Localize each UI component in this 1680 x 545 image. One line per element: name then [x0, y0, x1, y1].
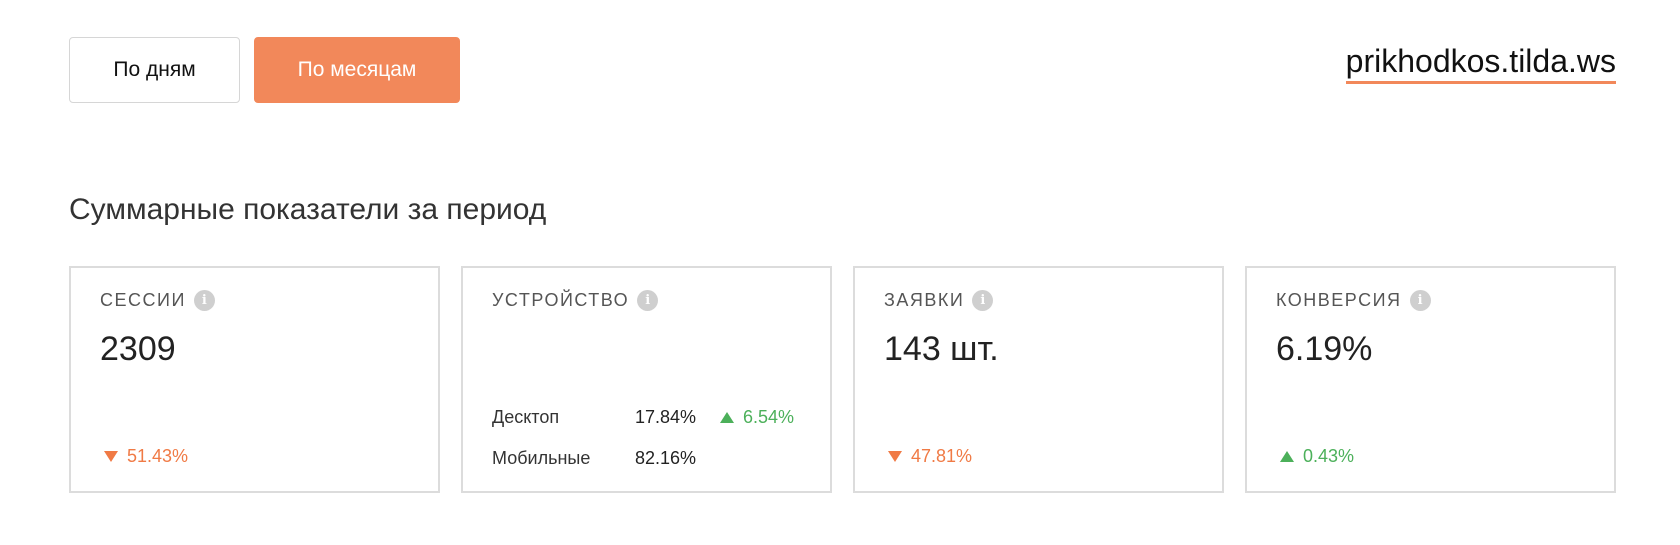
sessions-card: СЕССИИ i 2309 51.43% [69, 266, 440, 493]
section-title: Суммарные показатели за период [69, 193, 547, 226]
info-icon[interactable]: i [193, 290, 215, 311]
leads-card: ЗАЯВКИ i 143 шт. 47.81% [853, 266, 1224, 493]
triangle-up-icon [1280, 451, 1294, 462]
device-card-header: УСТРОЙСТВО i [492, 290, 659, 311]
conversion-delta-value: 0.43% [1303, 446, 1355, 466]
summary-cards: СЕССИИ i 2309 51.43% УСТРОЙСТВО i Дескто… [69, 266, 1616, 493]
device-delta: 6.54% [720, 407, 794, 428]
device-row-desktop: Десктоп 17.84% 6.54% [492, 407, 794, 428]
by-months-button[interactable]: По месяцам [254, 37, 460, 103]
device-name: Мобильные [492, 448, 591, 468]
info-icon[interactable]: i [1409, 290, 1431, 311]
period-toggle: По дням По месяцам [69, 37, 460, 103]
triangle-down-icon [104, 451, 118, 462]
sessions-label: СЕССИИ [100, 290, 186, 310]
device-delta-value: 6.54% [743, 407, 795, 427]
conversion-value: 6.19% [1276, 330, 1373, 368]
conversion-delta: 0.43% [1280, 446, 1354, 467]
triangle-up-icon [720, 412, 734, 423]
conversion-card: КОНВЕРСИЯ i 6.19% 0.43% [1245, 266, 1616, 493]
leads-delta-value: 47.81% [911, 446, 973, 466]
leads-card-header: ЗАЯВКИ i [884, 290, 994, 311]
triangle-down-icon [888, 451, 902, 462]
info-icon[interactable]: i [972, 290, 994, 311]
sessions-delta-value: 51.43% [127, 446, 189, 466]
site-link[interactable]: prikhodkos.tilda.ws [1345, 43, 1616, 85]
sessions-delta: 51.43% [104, 446, 188, 467]
leads-value: 143 шт. [884, 330, 999, 368]
by-days-button[interactable]: По дням [69, 37, 240, 103]
device-pct: 17.84% [635, 407, 697, 427]
conversion-card-header: КОНВЕРСИЯ i [1276, 290, 1431, 311]
device-pct: 82.16% [635, 448, 697, 468]
sessions-value: 2309 [100, 330, 176, 368]
conversion-label: КОНВЕРСИЯ [1276, 290, 1402, 310]
leads-label: ЗАЯВКИ [884, 290, 965, 310]
device-label: УСТРОЙСТВО [492, 290, 630, 310]
device-row-mobile: Мобильные 82.16% [492, 448, 720, 469]
sessions-card-header: СЕССИИ i [100, 290, 215, 311]
leads-delta: 47.81% [888, 446, 972, 467]
device-name: Десктоп [492, 407, 560, 427]
device-card: УСТРОЙСТВО i Десктоп 17.84% 6.54% Мобиль… [461, 266, 832, 493]
info-icon[interactable]: i [637, 290, 659, 311]
